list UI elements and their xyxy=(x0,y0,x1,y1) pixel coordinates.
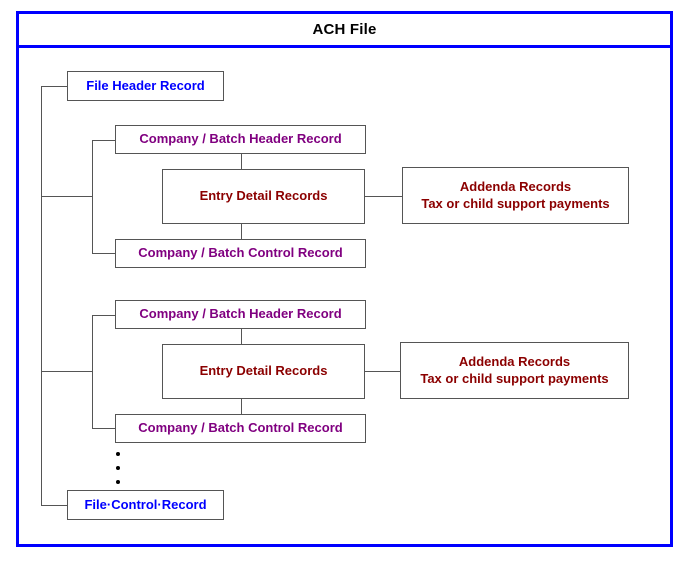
ach-file-diagram: ACH File File Header Record Company / Ba… xyxy=(0,0,692,568)
node-batch-2-addenda-records-subtitle: Tax or child support payments xyxy=(420,370,609,386)
batch-2-header-to-entry-line xyxy=(241,328,242,345)
trunk-to-batch-2-line xyxy=(41,371,92,372)
node-batch-2-control-record[interactable]: Company / Batch Control Record xyxy=(115,414,366,443)
node-batch-2-addenda-records[interactable]: Addenda Records Tax or child support pay… xyxy=(400,342,629,399)
batch-2-entry-to-control-line xyxy=(241,398,242,415)
batch-2-spine-to-control-line xyxy=(92,428,116,429)
batch-1-spine-line xyxy=(92,140,93,253)
batch-1-entry-to-addenda-line xyxy=(365,196,403,197)
batch-1-entry-to-control-line xyxy=(241,223,242,240)
node-batch-2-addenda-records-title: Addenda Records xyxy=(458,354,571,370)
node-batch-1-addenda-records-subtitle: Tax or child support payments xyxy=(421,195,610,211)
batch-2-spine-line xyxy=(92,315,93,428)
node-batch-1-control-record[interactable]: Company / Batch Control Record xyxy=(115,239,366,268)
ellipsis-dot xyxy=(116,466,120,470)
node-batch-2-header-record-label: Company / Batch Header Record xyxy=(139,306,342,322)
diagram-title-bar: ACH File xyxy=(16,11,673,48)
node-batch-1-header-record[interactable]: Company / Batch Header Record xyxy=(115,125,366,154)
trunk-to-batch-1-line xyxy=(41,196,92,197)
node-batch-1-header-record-label: Company / Batch Header Record xyxy=(139,131,342,147)
main-trunk-line xyxy=(41,86,42,505)
node-file-control-record[interactable]: File·Control·Record xyxy=(67,490,224,520)
ellipsis-dot xyxy=(116,480,120,484)
batch-1-spine-to-control-line xyxy=(92,253,116,254)
node-batch-2-entry-detail-records-label: Entry Detail Records xyxy=(199,363,328,379)
node-file-control-record-label: File·Control·Record xyxy=(84,496,207,512)
node-batch-1-addenda-records-title: Addenda Records xyxy=(459,179,572,195)
node-batch-1-entry-detail-records-label: Entry Detail Records xyxy=(199,188,328,204)
trunk-to-file-header-line xyxy=(41,86,68,87)
node-file-header-record[interactable]: File Header Record xyxy=(67,71,224,101)
trunk-to-file-control-line xyxy=(41,505,68,506)
ellipsis-dot xyxy=(116,452,120,456)
node-batch-2-entry-detail-records[interactable]: Entry Detail Records xyxy=(162,344,365,399)
diagram-title: ACH File xyxy=(312,21,377,38)
node-batch-2-control-record-label: Company / Batch Control Record xyxy=(138,420,343,436)
batch-1-spine-to-header-line xyxy=(92,140,116,141)
node-batch-1-control-record-label: Company / Batch Control Record xyxy=(138,245,343,261)
batch-1-header-to-entry-line xyxy=(241,153,242,170)
node-file-header-record-label: File Header Record xyxy=(86,77,205,93)
node-batch-1-entry-detail-records[interactable]: Entry Detail Records xyxy=(162,169,365,224)
batch-2-entry-to-addenda-line xyxy=(365,371,401,372)
node-batch-2-header-record[interactable]: Company / Batch Header Record xyxy=(115,300,366,329)
batch-2-spine-to-header-line xyxy=(92,315,116,316)
continuation-ellipsis xyxy=(115,452,121,484)
node-batch-1-addenda-records[interactable]: Addenda Records Tax or child support pay… xyxy=(402,167,629,224)
